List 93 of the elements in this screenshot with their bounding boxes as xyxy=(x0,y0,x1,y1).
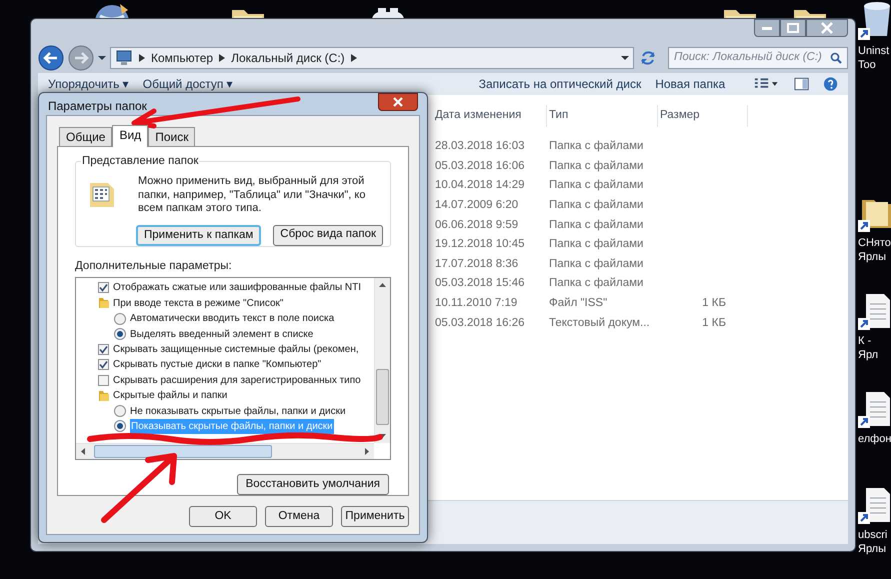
option-label: Скрывать защищенные системные файлы (рекомен, xyxy=(113,343,359,357)
type-cell-text: Папка с файлами xyxy=(548,276,644,292)
type-cell-text: Папка с файлами xyxy=(548,139,644,154)
date-cell-text: 05.03.2018 15:46 xyxy=(434,276,526,292)
folder-icon xyxy=(98,297,109,310)
checkmark-icon xyxy=(99,283,108,292)
option-label: Не показывать скрытые файлы, папки и диски xyxy=(130,404,346,419)
close-icon xyxy=(821,22,833,34)
breadcrumb[interactable]: Локальный диск (C:) xyxy=(231,49,345,67)
type-cell-text: Папка с файлами xyxy=(548,198,644,213)
dialog-title: Параметры папок xyxy=(47,98,147,115)
chevron-right-icon xyxy=(219,54,226,62)
date-cell-text: 17.07.2018 8:36 xyxy=(434,256,520,272)
maximize-button[interactable] xyxy=(780,19,806,37)
toolbar-button[interactable]: Записать на оптический диск xyxy=(478,75,642,93)
checkbox[interactable] xyxy=(98,282,109,294)
option-label: Показывать скрытые файлы, папки и диски xyxy=(130,418,334,434)
radio-button[interactable] xyxy=(114,420,126,432)
desktop-icon-label: СНято Ярлы xyxy=(858,236,891,264)
folder-icon xyxy=(98,390,109,402)
type-cell-text: Папка с файлами xyxy=(548,256,644,272)
date-cell-text: 19.12.2018 10:45 xyxy=(434,237,526,252)
apply-button[interactable]: Применить xyxy=(341,506,409,528)
minimize-button[interactable] xyxy=(754,19,780,37)
type-cell-text: Файл "ISS" xyxy=(548,296,608,311)
section-label: Дополнительные параметры: xyxy=(75,259,233,274)
minimize-icon xyxy=(762,26,772,30)
toolbar-button[interactable]: Новая папка xyxy=(655,75,726,93)
group-title: Представление папок xyxy=(81,154,200,168)
desktop-icon-label: ubscri Ярлы xyxy=(858,528,888,556)
option-label: Отображать сжатые или зашифрованные файлы NTI xyxy=(113,281,362,296)
chevron-right-icon xyxy=(350,54,357,62)
maximize-icon xyxy=(787,23,799,33)
search-field[interactable]: Поиск: Локальный диск (C:) xyxy=(668,47,848,69)
checkbox[interactable] xyxy=(98,359,109,370)
restore-defaults-button[interactable]: Восстановить умолчания xyxy=(236,474,389,496)
checkbox[interactable] xyxy=(98,374,109,386)
cancel-button[interactable]: Отмена xyxy=(265,506,333,528)
size-cell-text: 1 КБ xyxy=(702,316,726,331)
ok-button[interactable]: OK xyxy=(189,506,257,528)
caret-icon[interactable] xyxy=(98,54,106,62)
description-text: Можно применить вид, выбранный для этой папки, например, "Таблица" или "Значки", ко всем папкам этого типа. xyxy=(138,175,366,216)
date-cell-text: 06.06.2018 9:59 xyxy=(434,218,520,233)
radio-button[interactable] xyxy=(114,312,126,325)
breadcrumb[interactable]: Компьютер xyxy=(151,49,214,67)
folder-view-button[interactable]: Сброс вида папок xyxy=(273,224,384,246)
toolbar-button[interactable]: Упорядочить ▾ xyxy=(48,75,129,93)
date-cell-text: 05.03.2018 16:26 xyxy=(434,316,526,331)
desktop-icon-label: К - Ярл xyxy=(858,334,880,362)
column-header[interactable]: Размер xyxy=(658,105,748,127)
option-label: Скрывать пустые диски в папке "Компьютер" xyxy=(113,358,322,372)
option-label: Автоматически вводить текст в поле поиска xyxy=(130,312,334,326)
address-bar[interactable]: Компьютер Локальный диск (C:) xyxy=(110,47,634,69)
folder-view-button[interactable]: Применить к папкам xyxy=(136,224,262,246)
tab[interactable]: Общие xyxy=(59,127,112,146)
type-cell-text: Папка с файлами xyxy=(548,158,644,174)
type-cell-text: Текстовый докум... xyxy=(548,316,651,331)
toolbar-button[interactable]: Общий доступ ▾ xyxy=(142,75,233,93)
vertical-scrollbar[interactable] xyxy=(374,278,390,444)
desktop-icon-label: елфон xyxy=(858,432,891,446)
chevron-right-icon xyxy=(139,54,145,62)
checkbox[interactable] xyxy=(98,344,109,355)
size-cell-text: 1 КБ xyxy=(702,296,726,311)
caret-icon[interactable] xyxy=(621,54,629,62)
computer-icon xyxy=(115,50,133,66)
search-icon xyxy=(830,52,842,64)
shortcut-bin-icon xyxy=(858,0,891,42)
tab[interactable]: Вид xyxy=(112,125,148,147)
category-label: При вводе текста в режиме "Список" xyxy=(113,296,284,311)
category-label: Скрытые файлы и папки xyxy=(113,389,228,404)
type-cell-text: Папка с файлами xyxy=(548,218,644,233)
date-cell-text: 05.03.2018 16:06 xyxy=(434,158,526,174)
tab[interactable]: Поиск xyxy=(148,127,196,146)
date-cell-text: 10.11.2010 7:19 xyxy=(434,296,518,311)
help-icon[interactable] xyxy=(822,76,838,92)
close-icon xyxy=(392,97,404,107)
date-cell-text: 10.04.2018 14:29 xyxy=(434,178,526,194)
horizontal-scrollbar[interactable] xyxy=(76,443,374,460)
preview-pane-icon[interactable] xyxy=(794,77,809,91)
date-cell-text: 14.07.2009 6:20 xyxy=(434,198,520,213)
type-cell-text: Папка с файлами xyxy=(548,237,644,252)
desktop-icon-label: Uninst Too xyxy=(858,44,890,72)
close-button[interactable] xyxy=(378,93,418,111)
column-header[interactable]: Тип xyxy=(547,105,658,127)
close-button[interactable] xyxy=(806,19,848,37)
radio-button[interactable] xyxy=(114,405,126,418)
date-cell-text: 28.03.2018 16:03 xyxy=(434,139,526,154)
option-label: Выделять введенный элемент в списке xyxy=(130,328,314,342)
view-list-icon[interactable] xyxy=(753,77,780,91)
type-cell-text: Папка с файлами xyxy=(548,178,644,194)
radio-button[interactable] xyxy=(114,328,126,340)
column-header[interactable]: Дата изменения xyxy=(433,105,547,127)
option-label: Скрывать расширения для зарегистрированных типо xyxy=(113,374,361,388)
